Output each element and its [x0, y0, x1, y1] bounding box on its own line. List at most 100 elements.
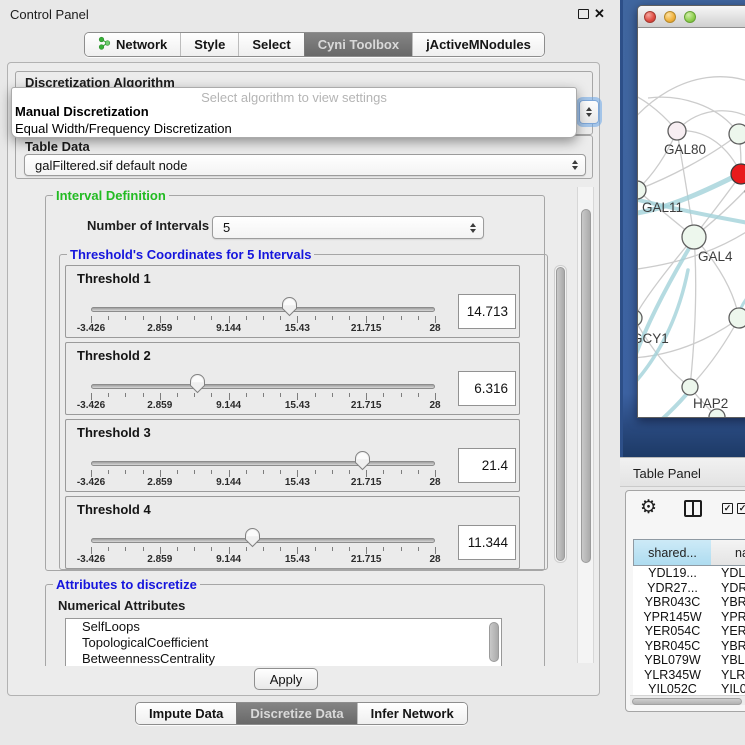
table-row[interactable]: YBR043CYBR0: [633, 595, 745, 610]
slider-thumb[interactable]: [354, 450, 371, 476]
attributes-scrollbar-thumb[interactable]: [489, 622, 499, 662]
attribute-item-betweennesscentrality[interactable]: BetweennessCentrality: [66, 651, 501, 666]
table-row[interactable]: YBR045CYBR0: [633, 639, 745, 654]
cell-shared-name[interactable]: YDR27...: [633, 581, 712, 595]
table-horizontal-scrollbar-thumb[interactable]: [632, 698, 742, 705]
slider-tick: [366, 316, 367, 323]
slider-tick-label: 21.715: [351, 400, 382, 411]
slider-tick: [435, 470, 436, 477]
slider-tick: [125, 316, 126, 320]
tab-discretize-data[interactable]: Discretize Data: [236, 703, 356, 724]
threshold-scrollbar[interactable]: [554, 265, 567, 563]
cell-name[interactable]: YER0: [712, 624, 745, 638]
slider-tick: [349, 547, 350, 551]
threshold-label: Threshold 3: [77, 425, 151, 440]
algorithm-option-manual-discretization[interactable]: Manual Discretization: [12, 104, 576, 121]
slider-tick-label: 2.859: [147, 477, 172, 488]
table-row[interactable]: YBL079WYBL0: [633, 653, 745, 668]
slider-thumb[interactable]: [281, 296, 298, 322]
table-row[interactable]: YER054CYER0: [633, 624, 745, 639]
float-window-icon[interactable]: [578, 9, 589, 19]
cell-name[interactable]: YBR0: [712, 639, 745, 653]
cell-name[interactable]: YBR0: [712, 595, 745, 609]
close-traffic-light[interactable]: [644, 11, 656, 23]
network-node-GA[interactable]: [729, 124, 745, 144]
tab-jactivemnodules[interactable]: jActiveMNodules: [412, 33, 544, 56]
cell-name[interactable]: YPR1: [712, 610, 745, 624]
gear-icon[interactable]: ⚙: [640, 496, 657, 520]
tab-label: Infer Network: [371, 706, 454, 721]
tab-network[interactable]: Network: [85, 33, 180, 56]
close-icon[interactable]: ✕: [594, 6, 605, 22]
number-of-intervals-combobox[interactable]: 5: [212, 216, 484, 239]
column-header-name[interactable]: na: [711, 539, 745, 566]
slider-tick: [401, 470, 402, 474]
apply-button[interactable]: Apply: [254, 668, 318, 690]
cell-shared-name[interactable]: YDL19...: [633, 566, 712, 580]
network-node-H[interactable]: [729, 308, 745, 328]
panel-scrollbar-thumb[interactable]: [581, 209, 591, 563]
tab-infer-network[interactable]: Infer Network: [357, 703, 467, 724]
cell-shared-name[interactable]: YER054C: [633, 624, 712, 638]
threshold-value-field[interactable]: 21.4: [458, 448, 516, 483]
slider-thumb[interactable]: [244, 527, 261, 553]
table-row[interactable]: YLR345WYLR3: [633, 668, 745, 683]
table-panel: ⚙ ✓ ✓ shared... na YDL19...YDL1YDR27...Y…: [625, 490, 745, 712]
slider-tick: [125, 393, 126, 397]
network-node-GCY1[interactable]: [638, 310, 642, 326]
cell-shared-name[interactable]: YBR043C: [633, 595, 712, 609]
checkbox-icon[interactable]: ✓: [722, 503, 733, 514]
cell-name[interactable]: YDR2: [712, 581, 745, 595]
slider-tick: [435, 393, 436, 400]
cell-name[interactable]: YDL1: [712, 566, 745, 580]
threshold-value-field[interactable]: 11.344: [458, 525, 516, 560]
network-node-C[interactable]: [731, 164, 745, 184]
table-row[interactable]: YPR145WYPR1: [633, 610, 745, 625]
cell-shared-name[interactable]: YLR345W: [633, 668, 712, 682]
algorithm-option-equal-width-frequency-discretization[interactable]: Equal Width/Frequency Discretization: [12, 121, 576, 138]
slider-track[interactable]: [91, 538, 435, 543]
cell-shared-name[interactable]: YBL079W: [633, 653, 712, 667]
attribute-item-topologicalcoefficient[interactable]: TopologicalCoefficient: [66, 635, 501, 651]
slider-track[interactable]: [91, 307, 435, 312]
network-node-GAL4[interactable]: [682, 225, 706, 249]
slider-track[interactable]: [91, 461, 435, 466]
columns-icon[interactable]: [684, 500, 702, 517]
tab-select[interactable]: Select: [238, 33, 303, 56]
threshold-value-field[interactable]: 14.713: [458, 294, 516, 329]
slider-tick: [297, 393, 298, 400]
slider-tick: [349, 316, 350, 320]
threshold-value-field[interactable]: 6.316: [458, 371, 516, 406]
minimize-traffic-light[interactable]: [664, 11, 676, 23]
table-row[interactable]: YDL19...YDL1: [633, 566, 745, 581]
tab-impute-data[interactable]: Impute Data: [136, 703, 236, 724]
algorithm-combobox-arrow-button[interactable]: [579, 100, 599, 124]
slider-tick: [91, 393, 92, 400]
attribute-item-selfloops[interactable]: SelfLoops: [66, 619, 501, 635]
slider-tick: [315, 316, 316, 320]
table-row[interactable]: YDR27...YDR2: [633, 581, 745, 596]
panel-scrollbar[interactable]: [577, 187, 594, 663]
column-header-shared-name[interactable]: shared...: [633, 539, 712, 566]
network-node-GAL80[interactable]: [668, 122, 686, 140]
cell-name[interactable]: YLR3: [712, 668, 745, 682]
slider-tick: [143, 316, 144, 320]
slider-thumb[interactable]: [189, 373, 206, 399]
threshold-panel-3: Threshold 3-3.4262.8599.14415.4321.71528…: [65, 419, 520, 492]
table-horizontal-scrollbar[interactable]: [630, 695, 745, 705]
table-data-combobox[interactable]: galFiltered.sif default node: [24, 154, 586, 176]
cell-shared-name[interactable]: YPR145W: [633, 610, 712, 624]
checkbox-icon[interactable]: ✓: [737, 503, 745, 514]
tab-style[interactable]: Style: [180, 33, 238, 56]
network-canvas[interactable]: GAL80GACGAL11GAL4GCY1HHAP2: [638, 28, 745, 418]
network-node-HAP2[interactable]: [682, 379, 698, 395]
tab-cyni-toolbox[interactable]: Cyni Toolbox: [304, 33, 412, 56]
slider-tick: [315, 547, 316, 551]
zoom-traffic-light[interactable]: [684, 11, 696, 23]
tab-label: Cyni Toolbox: [318, 37, 399, 52]
cell-shared-name[interactable]: YBR045C: [633, 639, 712, 653]
network-window-titlebar[interactable]: [638, 6, 745, 28]
cell-name[interactable]: YBL0: [712, 653, 745, 667]
slider-track[interactable]: [91, 384, 435, 389]
threshold-scrollbar-thumb[interactable]: [556, 267, 565, 561]
